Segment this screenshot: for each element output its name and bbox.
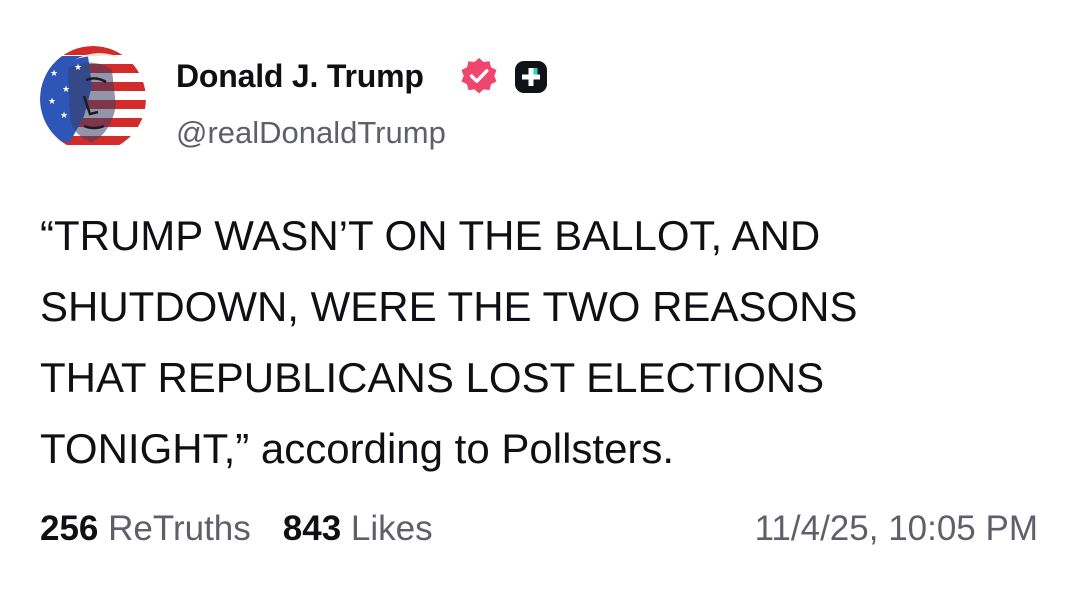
plus-badge-icon	[515, 61, 547, 93]
likes-stat[interactable]: 843 Likes	[283, 509, 433, 548]
retruths-count: 256	[40, 509, 99, 548]
retruths-label: ReTruths	[108, 509, 251, 548]
post-stats: 256 ReTruths 843 Likes	[40, 506, 433, 552]
post-text-line: “TRUMP WASN’T ON THE BALLOT, AND	[40, 212, 821, 259]
svg-text:★: ★	[50, 68, 58, 78]
svg-text:★: ★	[60, 110, 68, 120]
post-card: ★ ★ ★ ★ ★ Donald J. Trump @realDonaldTru…	[0, 0, 1080, 594]
verified-badge-icon	[461, 58, 497, 94]
post-text: “TRUMP WASN’T ON THE BALLOT, AND SHUTDOW…	[40, 200, 1050, 484]
svg-text:★: ★	[74, 62, 82, 72]
avatar-image: ★ ★ ★ ★ ★	[40, 46, 146, 152]
svg-text:★: ★	[62, 84, 70, 94]
post-text-line: TONIGHT,” according to Pollsters.	[40, 425, 675, 472]
author-display-name[interactable]: Donald J. Trump	[176, 56, 424, 96]
author-handle[interactable]: @realDonaldTrump	[176, 113, 446, 153]
likes-count: 843	[282, 509, 342, 548]
retruths-stat[interactable]: 256 ReTruths	[40, 509, 251, 548]
post-text-line: THAT REPUBLICANS LOST ELECTIONS	[40, 354, 825, 401]
post-timestamp[interactable]: 11/4/25, 10:05 PM	[755, 506, 1038, 552]
post-text-line: SHUTDOWN, WERE THE TWO REASONS	[40, 283, 858, 330]
likes-label: Likes	[350, 509, 433, 548]
svg-text:★: ★	[48, 96, 56, 106]
avatar[interactable]: ★ ★ ★ ★ ★	[40, 46, 146, 152]
